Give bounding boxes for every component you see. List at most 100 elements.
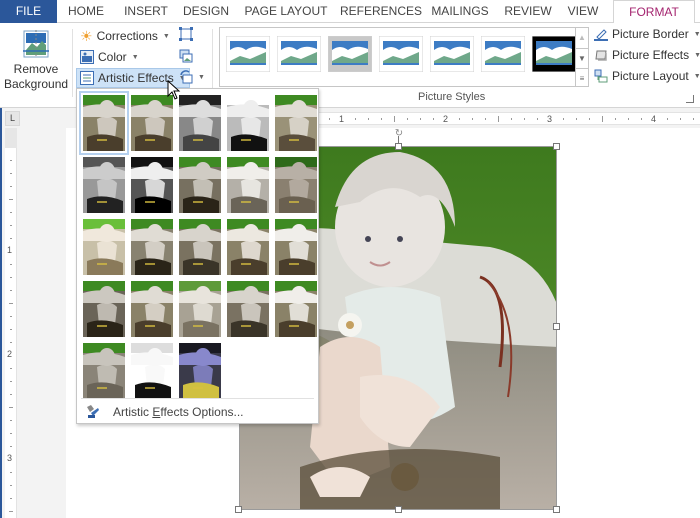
ruler-tick <box>680 118 681 120</box>
separator <box>212 29 213 97</box>
picture-border-button[interactable]: Picture Border ▼ <box>594 27 700 41</box>
artistic-effect-marker[interactable] <box>131 95 173 151</box>
remove-background-button[interactable]: Remove Background <box>4 27 68 93</box>
ruler-tick <box>10 381 12 382</box>
ruler-tick <box>10 277 12 278</box>
tab-mailings[interactable]: MAILINGS <box>428 0 492 23</box>
artistic-effect-line-drawing[interactable] <box>275 95 317 151</box>
ribbon-tab-bar: FILE HOME INSERT DESIGN PAGE LAYOUT REFE… <box>0 0 700 24</box>
ruler-number: 1 <box>7 245 13 255</box>
gallery-scroll-down[interactable]: ▼ <box>575 48 588 68</box>
ruler-tick <box>10 368 12 369</box>
picture-style-7[interactable] <box>531 35 577 73</box>
tab-home[interactable]: HOME <box>62 0 110 23</box>
vertical-ruler[interactable]: 1 2 3 <box>5 128 17 518</box>
artistic-effect-glass[interactable] <box>275 219 317 275</box>
tab-review[interactable]: REVIEW <box>503 0 553 23</box>
artistic-effect-photocopy[interactable] <box>131 343 173 399</box>
resize-handle-bottom[interactable] <box>395 506 402 513</box>
artistic-effect-mosaic-bubbles[interactable] <box>227 219 269 275</box>
artistic-effect-texturizer[interactable] <box>131 281 173 337</box>
ruler-margin <box>5 128 17 148</box>
artistic-effect-none[interactable] <box>79 91 129 155</box>
artistic-effect-preview <box>227 219 269 275</box>
artistic-effect-preview <box>227 157 269 213</box>
ruler-tick <box>381 118 382 120</box>
picture-style-2[interactable] <box>276 35 322 73</box>
artistic-effect-chalk-sketch[interactable] <box>83 157 125 213</box>
ruler-tick <box>420 118 421 120</box>
color-label: Color <box>98 50 127 64</box>
artistic-effects-options-item[interactable]: Artistic Effects Options... <box>81 402 314 422</box>
artistic-effect-preview <box>275 95 317 151</box>
ruler-tick <box>589 118 590 120</box>
artistic-effect-cutout[interactable] <box>83 343 125 399</box>
rotate-handle-icon[interactable]: ↻ <box>392 128 406 139</box>
tab-view[interactable]: VIEW <box>562 0 604 23</box>
ruler-tick <box>9 407 13 408</box>
artistic-effect-glow-edges[interactable] <box>179 343 221 399</box>
artistic-effect-film-grain[interactable] <box>179 219 221 275</box>
artistic-effect-preview <box>131 95 173 151</box>
tab-design[interactable]: DESIGN <box>180 0 232 23</box>
artistic-effect-paint-strokes[interactable] <box>131 157 173 213</box>
artistic-effects-button[interactable]: Artistic Effects ▼ <box>76 68 190 88</box>
picture-style-6[interactable] <box>480 35 526 73</box>
picture-style-1[interactable] <box>225 35 271 73</box>
ruler-tick <box>433 118 434 120</box>
picture-style-3[interactable] <box>327 35 373 73</box>
picture-layout-button[interactable]: Picture Layout ▼ <box>594 69 700 83</box>
ruler-number: 1 <box>339 114 345 124</box>
artistic-effect-preview <box>131 281 173 337</box>
color-button[interactable]: Color ▼ <box>78 48 141 66</box>
chevron-down-icon: ▼ <box>693 72 700 80</box>
tab-insert[interactable]: INSERT <box>120 0 172 23</box>
dialog-launcher-icon[interactable] <box>686 95 694 103</box>
corrections-button[interactable]: ☀ Corrections ▼ <box>78 27 172 45</box>
artistic-effect-preview <box>275 219 317 275</box>
tab-page-layout[interactable]: PAGE LAYOUT <box>244 0 328 23</box>
compress-pictures-button[interactable] <box>179 27 193 41</box>
artistic-effect-preview <box>275 281 317 337</box>
picture-styles-gallery: ▲ ▼ ≡ <box>219 27 589 87</box>
resize-handle-right[interactable] <box>553 323 560 330</box>
options-label-part: ffects Options... <box>160 405 244 419</box>
artistic-effect-blur[interactable] <box>275 157 317 213</box>
picture-style-4[interactable] <box>378 35 424 73</box>
artistic-effect-pencil-sketch[interactable] <box>227 95 269 151</box>
artistic-effect-preview <box>83 343 125 399</box>
gallery-more-button[interactable]: ≡ <box>575 68 588 87</box>
picture-effects-button[interactable]: Picture Effects ▼ <box>594 48 700 62</box>
artistic-effect-preview <box>227 281 269 337</box>
chevron-down-icon[interactable]: ▼ <box>198 74 205 81</box>
artistic-effect-watercolor-sponge[interactable] <box>131 219 173 275</box>
change-picture-button[interactable] <box>179 49 193 63</box>
ruler-tick <box>10 420 12 421</box>
reset-picture-button[interactable]: ▼ <box>179 70 205 84</box>
gallery-scroll-up[interactable]: ▲ <box>575 28 588 48</box>
resize-handle-bottom-right[interactable] <box>553 506 560 513</box>
resize-handle-top-right[interactable] <box>553 143 560 150</box>
artistic-effect-preview <box>227 95 269 151</box>
artistic-effect-glow-diffused[interactable] <box>227 157 269 213</box>
artistic-effect-pencil-grayscale[interactable] <box>179 95 221 151</box>
ruler-tick <box>563 118 564 120</box>
ruler-tick <box>10 329 12 330</box>
tab-file[interactable]: FILE <box>0 0 57 23</box>
artistic-effect-plastic-wrap[interactable] <box>275 281 317 337</box>
artistic-effect-paint-brush[interactable] <box>179 157 221 213</box>
artistic-effect-cement[interactable] <box>83 281 125 337</box>
artistic-effect-crisscross-etching[interactable] <box>179 281 221 337</box>
resize-handle-top[interactable] <box>395 143 402 150</box>
artistic-effects-menu: Artistic Effects Options... <box>76 88 319 424</box>
ruler-tick <box>10 446 12 447</box>
resize-handle-bottom-left[interactable] <box>235 506 242 513</box>
picture-style-5[interactable] <box>429 35 475 73</box>
artistic-effect-light-screen[interactable] <box>83 219 125 275</box>
artistic-effect-pastels-smooth[interactable] <box>227 281 269 337</box>
artistic-effect-preview <box>83 219 125 275</box>
tab-format[interactable]: FORMAT <box>613 0 695 24</box>
tab-references[interactable]: REFERENCES <box>340 0 422 23</box>
horizontal-ruler[interactable]: 1 2 3 4 <box>318 112 700 125</box>
tab-selector-button[interactable]: L <box>5 111 20 126</box>
